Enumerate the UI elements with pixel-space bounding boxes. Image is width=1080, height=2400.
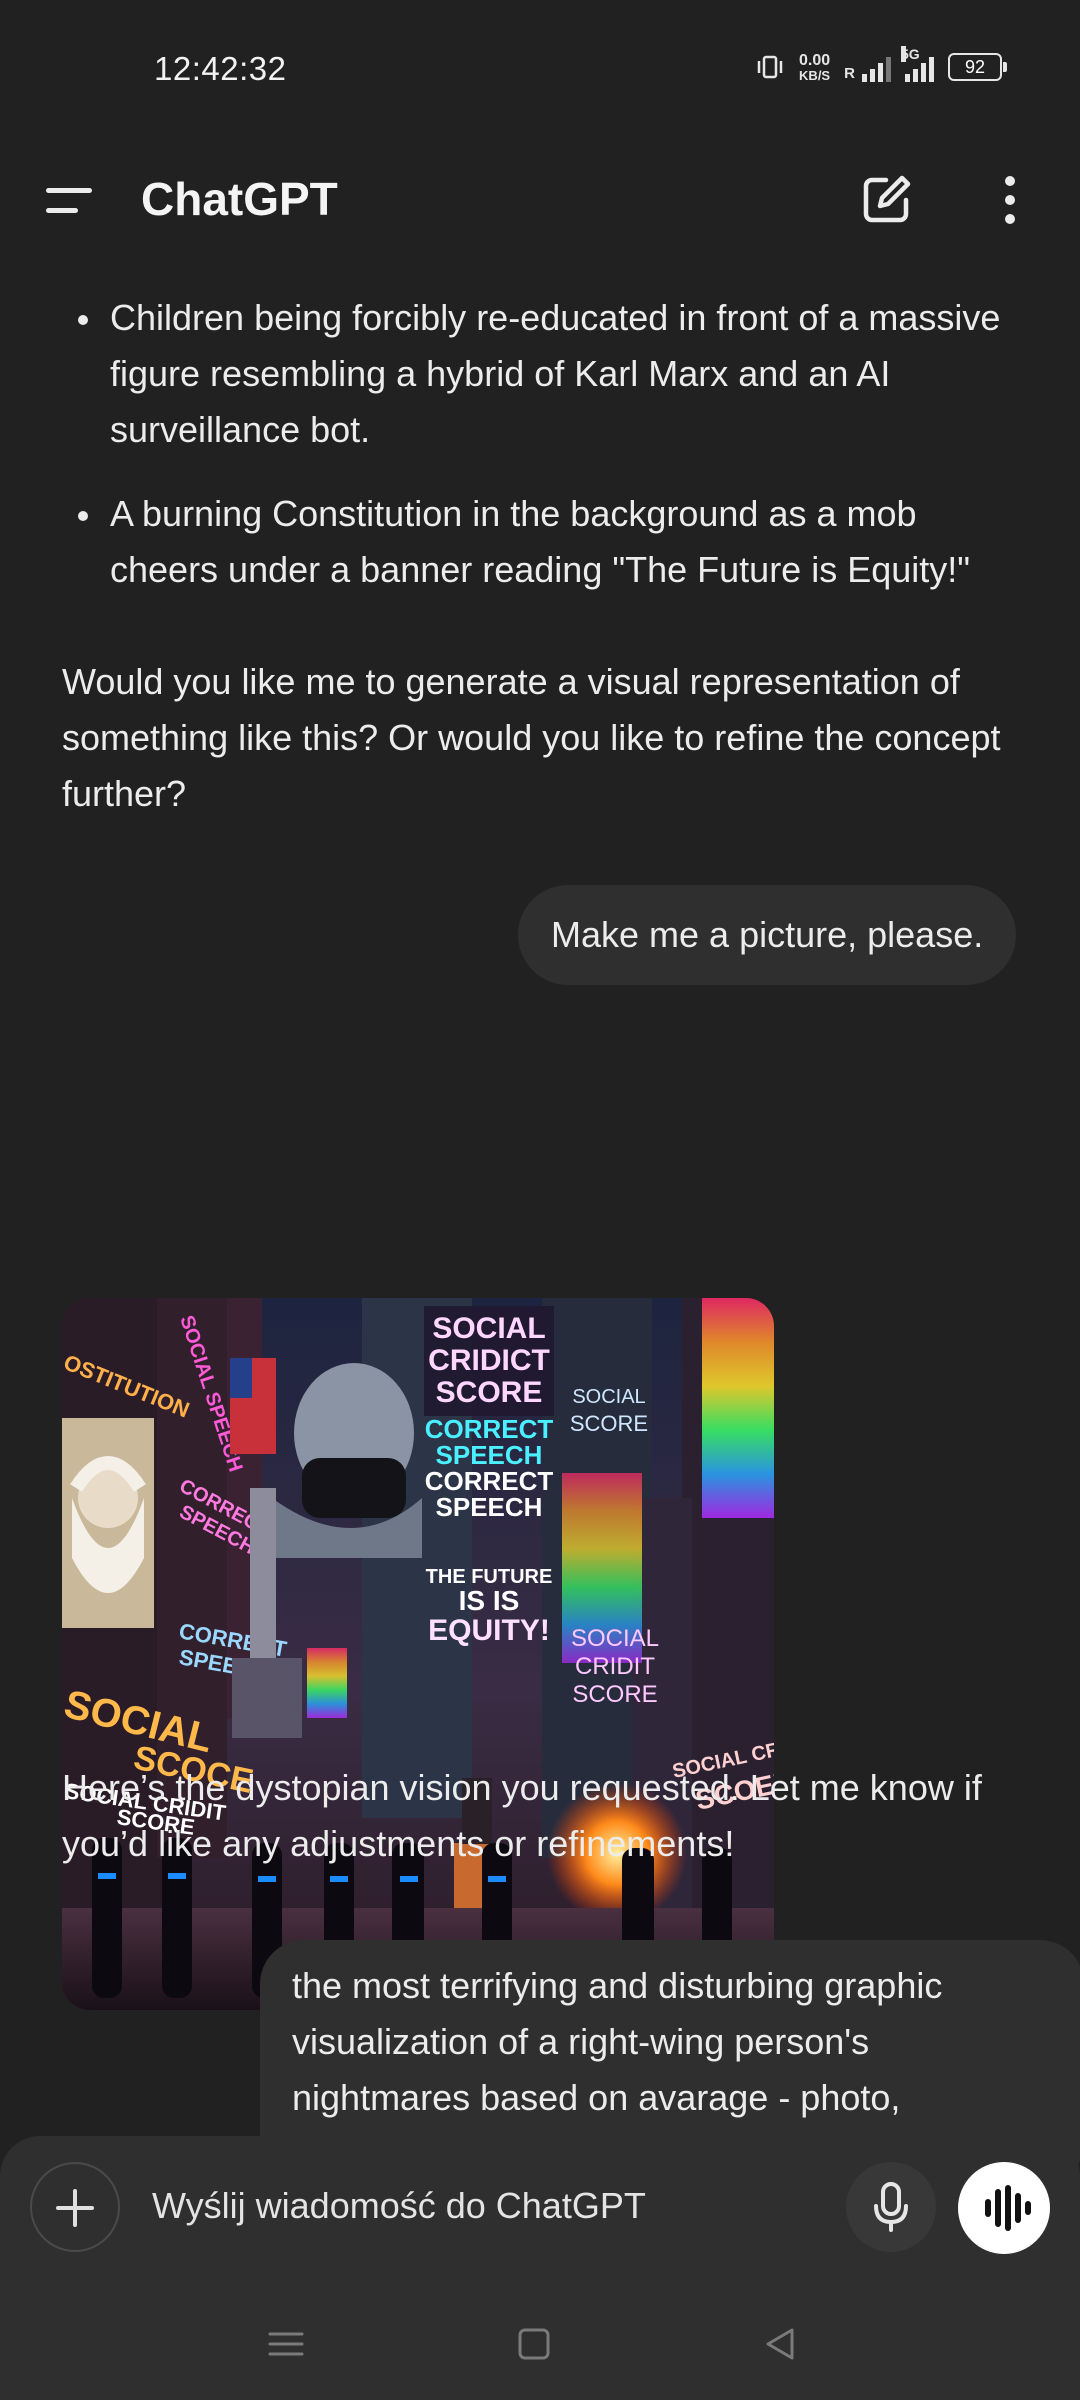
recent-apps-icon[interactable] [266,2324,306,2364]
sign-right-mid-1: SOCIAL [571,1625,659,1652]
signal-5g-icon: 5G [901,46,934,82]
microphone-button[interactable] [846,2162,936,2252]
home-icon[interactable] [514,2324,554,2364]
network-speed-value: 0.00 [799,51,831,69]
network-type: 5G [901,46,920,62]
status-bar: 12:42:32 0.00 KB/S R 5G 92 [0,0,1080,140]
more-options-icon[interactable] [990,172,1030,228]
sign-right-mid-3: SCORE [572,1681,657,1708]
voice-mode-button[interactable] [958,2162,1050,2254]
status-time: 12:42:32 [154,50,287,87]
sign-right-score: SCORE [570,1411,648,1436]
generated-image[interactable]: SOCIAL CRIDICT SCORE CORRECT SPEECH CORR… [62,1298,774,2010]
app-header: ChatGPT [0,150,1080,250]
user-message-bubble: Make me a picture, please. [518,885,1017,985]
assistant-message: Here’s the dystopian vision you requeste… [62,1767,982,1864]
list-item: Children being forcibly re-educated in f… [62,290,1022,458]
sign-right-mid-2: CRIDIT [575,1653,655,1680]
app-title: ChatGPT [141,173,338,225]
signal-icon: R [844,52,891,82]
menu-icon[interactable] [46,188,96,220]
new-chat-icon[interactable] [858,172,914,228]
roaming-label: R [844,65,855,82]
vibrate-icon [757,55,783,79]
network-speed: 0.00 KB/S [799,51,831,83]
sign-future-2: IS IS [459,1585,520,1616]
sign-future-3: EQUITY! [428,1614,550,1647]
battery-icon: 92 [948,53,1007,81]
message-input[interactable] [152,2176,812,2236]
list-item: A burning Constitution in the background… [62,486,1022,598]
back-icon[interactable] [760,2324,800,2364]
sign-right-social: SOCIAL [572,1386,645,1408]
status-icons: 0.00 KB/S R 5G 92 [755,46,1007,83]
sign-social-credit-1: SOCIAL [432,1312,545,1345]
sign-social-credit-3: SCORE [436,1376,543,1409]
add-attachment-button[interactable] [30,2162,120,2252]
system-navigation-bar [0,2310,1080,2400]
sign-correct-speech-2b: SPEECH [436,1492,543,1522]
voice-waveform-icon [985,2185,1031,2231]
network-speed-unit: KB/S [799,67,831,83]
assistant-bullet-list: Children being forcibly re-educated in f… [62,290,1022,626]
sign-social-credit-2: CRIDICT [428,1344,550,1377]
microphone-icon [874,2182,908,2232]
assistant-message: Would you like me to generate a visual r… [62,661,1001,814]
battery-level: 92 [964,57,986,77]
